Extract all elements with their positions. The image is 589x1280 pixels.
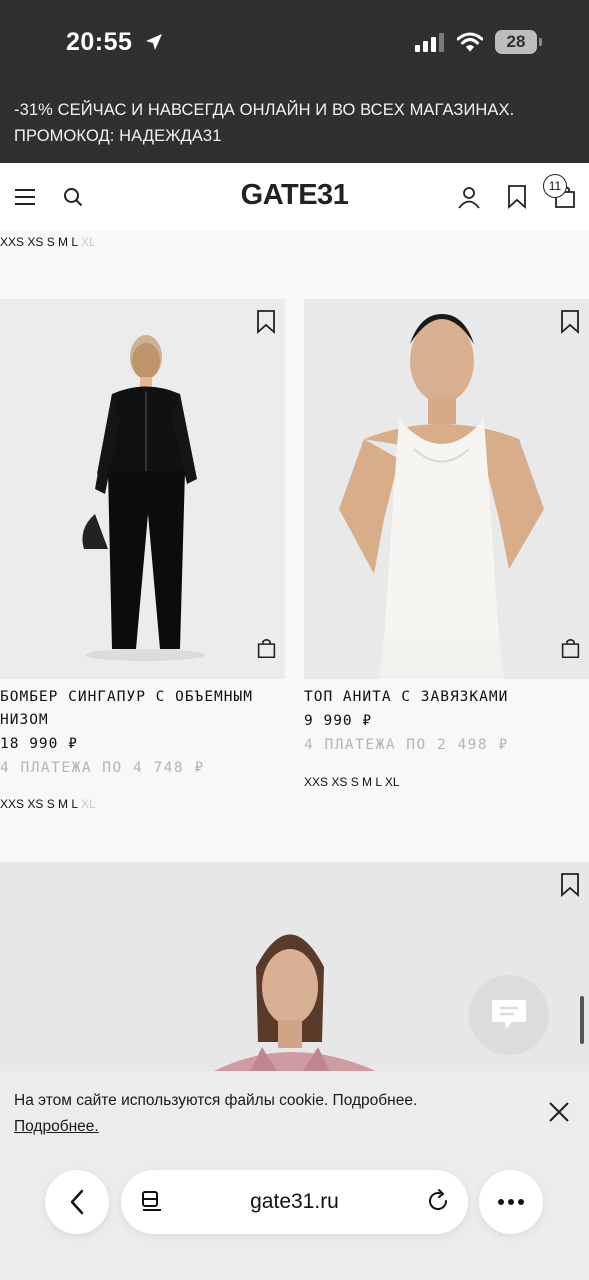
status-icons: 28 <box>415 30 542 54</box>
product-price: 9 990 ₽ <box>304 713 373 729</box>
cookie-close-button[interactable] <box>544 1097 574 1127</box>
close-icon <box>549 1102 569 1122</box>
promo-banner[interactable]: -31% СЕЙЧАС И НАВСЕГДА ОНЛАЙН И ВО ВСЕХ … <box>14 97 574 149</box>
chat-button[interactable] <box>469 975 549 1055</box>
product-image[interactable] <box>0 299 285 679</box>
size-list: XXS XS S M L XL <box>304 775 400 789</box>
address-bar[interactable]: gate31.ru <box>121 1170 468 1234</box>
product-name[interactable]: ТОП АНИТА С ЗАВЯЗКАМИ <box>304 686 589 709</box>
cookie-more-link[interactable]: Подробнее. <box>14 1114 514 1140</box>
status-time: 20:55 <box>66 28 164 57</box>
product-photo-bomber <box>0 299 285 679</box>
product-price: 18 990 ₽ <box>0 736 78 752</box>
bookmark-icon <box>561 873 579 897</box>
product-card[interactable]: БОМБЕР СИНГАПУР С ОБЪЕМНЫМ НИЗОМ 18 990 … <box>0 299 285 819</box>
signal-icon <box>415 33 444 52</box>
reader-icon <box>142 1191 161 1211</box>
back-button[interactable] <box>45 1170 109 1234</box>
battery-indicator: 28 <box>495 30 542 54</box>
reload-icon <box>429 1189 448 1210</box>
installment-info: 4 ПЛАТЕЖА ПО 2 498 ₽ <box>304 737 509 753</box>
promo-line-2: ПРОМОКОД: НАДЕЖДА31 <box>14 127 222 145</box>
location-arrow-icon <box>145 34 162 50</box>
bottom-panel: На этом сайте используются файлы cookie.… <box>0 1071 589 1280</box>
bookmark-icon <box>508 184 526 209</box>
size-list: XXS XS S M L XL <box>0 797 96 811</box>
account-icon <box>458 186 480 209</box>
add-to-wishlist-button[interactable] <box>560 873 580 902</box>
cart-count-badge: 11 <box>543 174 567 198</box>
add-to-cart-button[interactable] <box>256 638 277 664</box>
product-name[interactable]: БОМБЕР СИНГАПУР С ОБЪЕМНЫМ НИЗОМ <box>0 686 285 732</box>
more-icon <box>498 1199 524 1205</box>
add-to-wishlist-button[interactable] <box>560 310 580 339</box>
product-card[interactable]: ТОП АНИТА С ЗАВЯЗКАМИ 9 990 ₽ 4 ПЛАТЕЖА … <box>304 299 589 819</box>
promo-line-1: -31% СЕЙЧАС И НАВСЕГДА ОНЛАЙН И ВО ВСЕХ … <box>14 101 515 119</box>
chat-icon <box>492 1000 526 1029</box>
product-image[interactable] <box>304 299 589 679</box>
site-header: GATE31 <box>0 163 589 230</box>
scrollbar[interactable] <box>580 996 584 1044</box>
reader-button[interactable] <box>141 1190 163 1219</box>
site-logo[interactable]: GATE31 <box>0 179 589 212</box>
size-list: XXS XS S M L XL <box>0 235 96 249</box>
installment-info: 4 ПЛАТЕЖА ПО 4 748 ₽ <box>0 760 205 776</box>
cart-icon <box>561 638 580 659</box>
wishlist-button[interactable] <box>502 163 532 230</box>
bookmark-icon <box>561 310 579 334</box>
add-to-wishlist-button[interactable] <box>256 310 276 339</box>
wifi-icon <box>457 32 483 52</box>
back-icon <box>70 1189 84 1215</box>
url-text: gate31.ru <box>250 1190 339 1213</box>
add-to-cart-button[interactable] <box>560 638 581 664</box>
more-button[interactable] <box>479 1170 543 1234</box>
reload-button[interactable] <box>426 1189 450 1218</box>
cookie-notice: На этом сайте используются файлы cookie.… <box>14 1088 514 1140</box>
bookmark-icon <box>257 310 275 334</box>
account-button[interactable] <box>454 163 484 230</box>
top-bar: 20:55 28 -31% СЕЙЧАС И НАВСЕГДА ОНЛАЙН И… <box>0 0 589 163</box>
cart-icon <box>257 638 276 659</box>
product-photo-top <box>304 299 589 679</box>
